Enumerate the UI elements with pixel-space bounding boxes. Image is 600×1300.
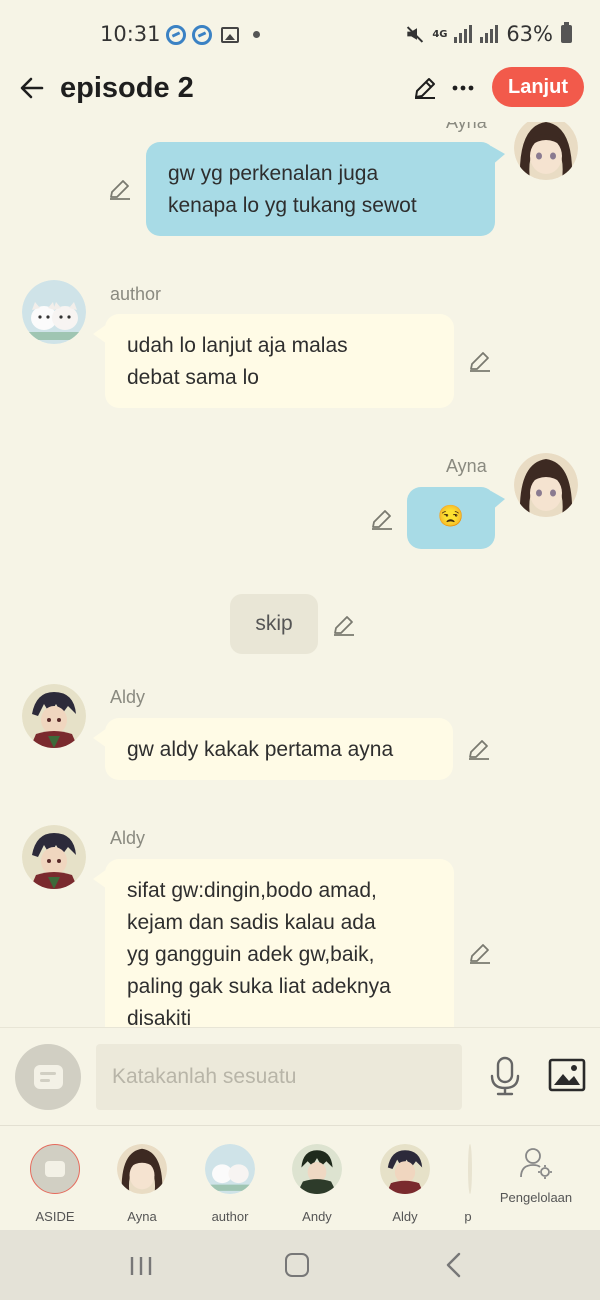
back-arrow-icon[interactable] [18, 74, 46, 102]
message-input-bar [0, 1027, 600, 1125]
avatar-partial [468, 1144, 472, 1194]
gallery-notification-icon [221, 27, 239, 43]
message-bubble[interactable]: 😒 [407, 487, 505, 549]
status-bar: 10:31 4G 63% [0, 0, 600, 66]
battery-percent: 63% [506, 22, 553, 46]
aside-toggle-button[interactable] [15, 1044, 81, 1110]
edit-message-icon[interactable] [331, 612, 357, 638]
system-nav-bar [0, 1230, 600, 1300]
sync-notification-icon [192, 25, 212, 45]
more-notifications-dot-icon [253, 31, 260, 38]
signal-icon [480, 25, 499, 43]
sender-name: Ayna [446, 122, 487, 132]
message-bubble[interactable]: udah lo lanjut aja malas debat sama lo [93, 314, 454, 408]
character-label: ASIDE [35, 1209, 75, 1224]
character-label: p [464, 1209, 472, 1224]
character-andy[interactable]: Andy [277, 1144, 357, 1224]
aside-icon [34, 1065, 63, 1089]
avatar-author [205, 1144, 255, 1194]
edit-message-icon[interactable] [466, 736, 492, 762]
sender-name: Aldy [110, 828, 146, 848]
avatar-ayna[interactable] [514, 122, 578, 180]
avatar-aldy [380, 1144, 430, 1194]
mute-icon [406, 25, 424, 43]
sender-name: Aldy [110, 687, 146, 707]
avatar-ayna[interactable] [514, 453, 578, 517]
microphone-icon[interactable] [488, 1056, 522, 1096]
sender-name: Ayna [446, 456, 487, 476]
recent-apps-icon[interactable] [129, 1256, 153, 1276]
home-icon[interactable] [285, 1253, 309, 1277]
character-label: Andy [302, 1209, 332, 1224]
sync-notification-icon [166, 25, 186, 45]
message-input[interactable] [96, 1044, 462, 1110]
user-settings-icon [520, 1148, 552, 1179]
edit-message-icon[interactable] [467, 940, 493, 966]
aside-avatar [30, 1144, 80, 1194]
more-options-icon[interactable] [449, 74, 477, 102]
character-aside[interactable]: ASIDE [15, 1144, 95, 1224]
sender-name: author [110, 284, 162, 304]
character-selector: ASIDE Ayna author Andy Aldy p Pengelolaa… [0, 1125, 600, 1230]
status-indicators: 4G 63% [406, 22, 572, 46]
app-header: episode 2 Lanjut [0, 66, 600, 122]
avatar-aldy[interactable] [22, 825, 86, 889]
character-label: author [211, 1209, 249, 1224]
image-upload-icon[interactable] [548, 1058, 586, 1092]
character-author[interactable]: author [190, 1144, 270, 1224]
page-title: episode 2 [60, 72, 194, 104]
message-bubble[interactable]: sifat gw:dingin,bodo amad, kejam dan sad… [93, 859, 454, 1027]
character-label: Aldy [392, 1209, 418, 1224]
chat-area[interactable]: Ayna gw yg perkenalan juga kenapa lo yg … [0, 122, 600, 1027]
edit-message-icon[interactable] [369, 506, 395, 532]
message-bubble[interactable]: gw yg perkenalan juga kenapa lo yg tukan… [146, 142, 505, 236]
edit-message-icon[interactable] [467, 348, 493, 374]
edit-title-icon[interactable] [411, 74, 439, 102]
character-aldy[interactable]: Aldy [365, 1144, 445, 1224]
management-label: Pengelolaan [499, 1190, 573, 1205]
character-partial[interactable]: p [448, 1144, 488, 1224]
character-ayna[interactable]: Ayna [102, 1144, 182, 1224]
avatar-author[interactable] [22, 280, 86, 344]
management-button[interactable]: Pengelolaan [490, 1146, 582, 1205]
network-type: 4G [432, 28, 448, 40]
aside-message[interactable]: skip [230, 594, 318, 654]
signal-icon [454, 25, 473, 43]
system-back-icon[interactable] [442, 1252, 466, 1278]
avatar-ayna [117, 1144, 167, 1194]
message-bubble[interactable]: gw aldy kakak pertama ayna [93, 718, 453, 780]
character-label: Ayna [127, 1209, 157, 1224]
continue-button[interactable]: Lanjut [492, 67, 584, 107]
edit-message-icon[interactable] [107, 176, 133, 202]
avatar-aldy[interactable] [22, 684, 86, 748]
avatar-andy [292, 1144, 342, 1194]
battery-icon [561, 22, 572, 43]
status-time: 10:31 [100, 22, 161, 46]
